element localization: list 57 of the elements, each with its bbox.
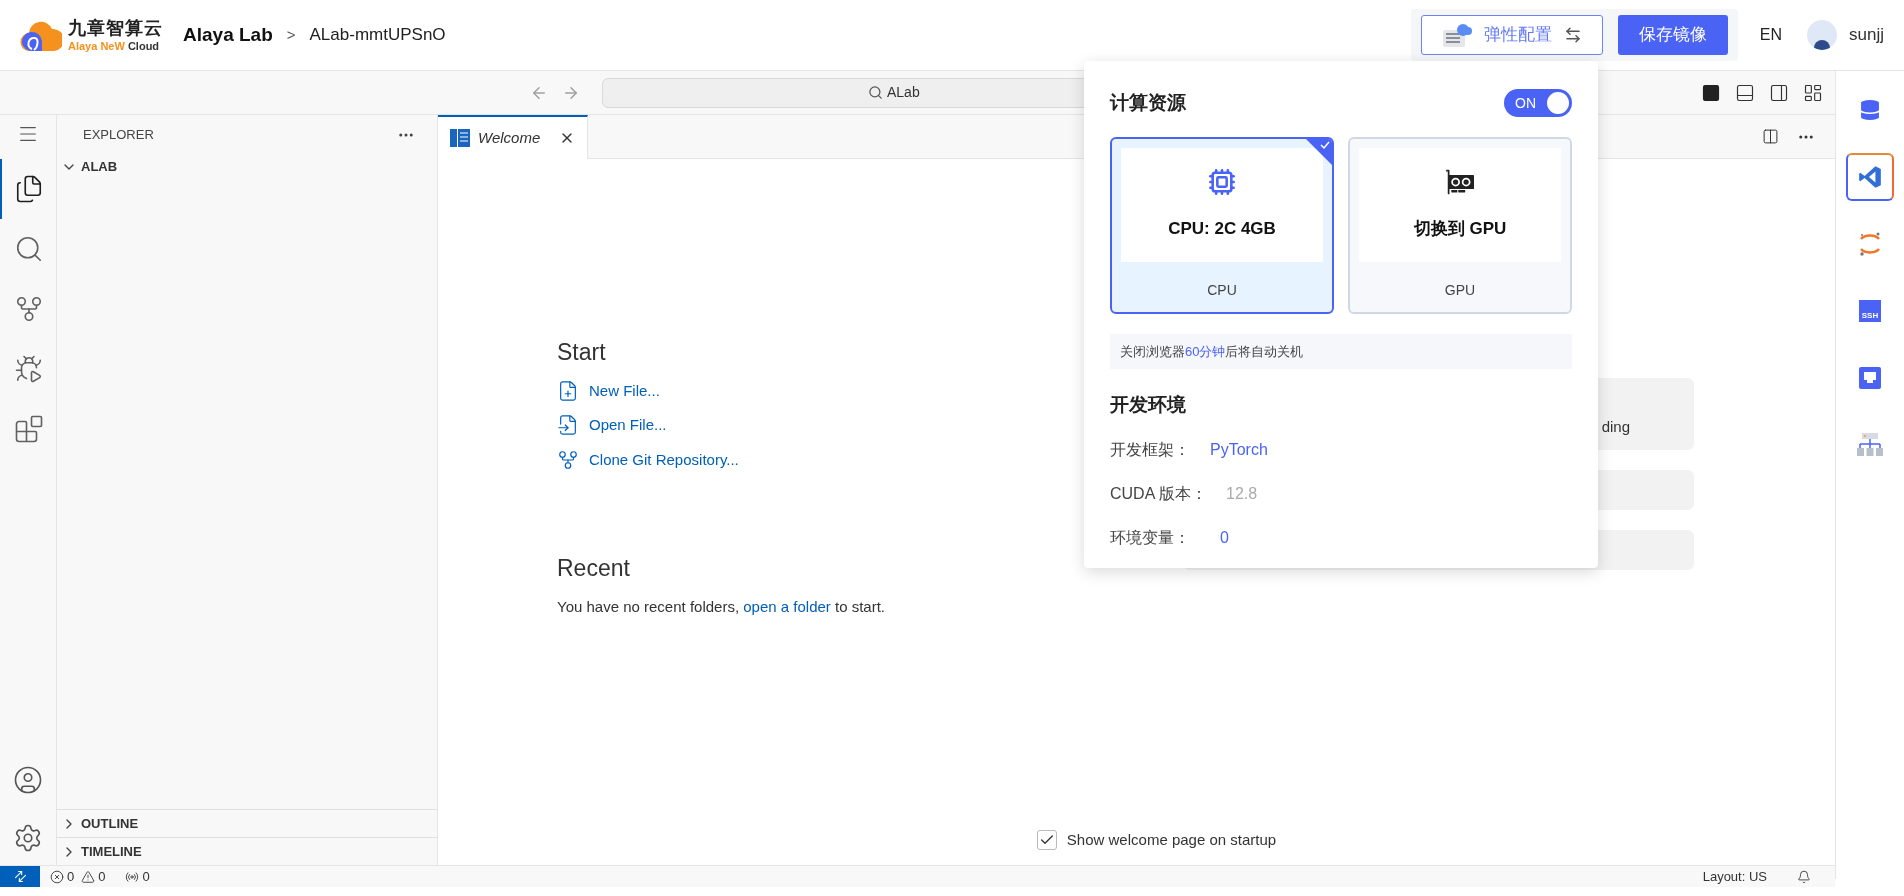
brand-subtitle: Alaya NeW Cloud [68,40,161,52]
start-heading: Start [557,338,606,367]
env-label: 环境变量： [1110,527,1191,548]
new-file-icon [557,379,579,402]
recent-message: You have no recent folders, open a folder to start. [557,596,887,617]
save-image-button[interactable]: 保存镜像 [1617,15,1728,55]
folder-header[interactable]: ALAB [57,155,437,179]
option-label: GPU [1443,281,1477,300]
workspace-name: ALab-mmtUPSnO [309,24,446,47]
env-value[interactable]: 0 [1210,525,1229,550]
remote-button[interactable] [0,866,40,887]
user-name[interactable]: sunjj [1849,22,1884,48]
checkbox[interactable] [1036,830,1057,850]
checkbox-label: Show welcome page on startup [1066,829,1277,850]
settings-icon[interactable] [13,823,43,853]
env-label: 开发框架： [1110,439,1191,460]
env-value: 12.8 [1225,483,1258,504]
open-file-icon [557,414,579,437]
open-folder-link[interactable]: open a folder [743,597,831,615]
welcome-page-icon [450,129,470,147]
problems-indicator[interactable]: 0 0 [50,866,106,887]
brand-name: 九章智算云 [68,18,163,37]
search-icon [868,85,883,100]
split-editor-icon[interactable] [1762,128,1779,145]
option-title: CPU: 2C 4GB [1168,218,1276,241]
secondary-sidebar-icon[interactable] [1769,82,1789,103]
server-cloud-icon [1441,22,1472,48]
env-value[interactable]: PyTorch [1210,437,1268,462]
resource-option-card[interactable]: 切换到 GPU GPU [1348,137,1572,314]
option-label: CPU [1206,281,1238,300]
graphics-card-icon [1446,168,1474,197]
branch-icon [557,448,579,471]
explorer-title: EXPLORER [83,126,154,145]
ports-indicator[interactable]: 0 [125,866,150,887]
chip-icon [1208,168,1236,197]
power-toggle[interactable]: ON [1504,89,1572,117]
notifications-icon[interactable] [1797,869,1811,884]
swap-icon [1563,26,1582,44]
option-title: 切换到 GPU [1413,218,1507,241]
breadcrumb-separator: > [286,24,296,45]
start-link[interactable]: Open File... [557,414,1184,437]
elastic-config-button[interactable]: 弹性配置 [1420,15,1603,55]
environment-title: 开发环境 [1110,393,1187,417]
panel-toggle-icon[interactable] [1735,82,1755,103]
account-icon[interactable] [13,765,43,795]
editor-tab[interactable]: Welcome [438,115,588,159]
resource-option-card[interactable]: CPU: 2C 4GB CPU [1110,137,1334,314]
keyboard-layout[interactable]: Layout: US [1702,866,1767,887]
notice-bar: 关闭浏览器60分钟后将自动关机 [1110,334,1572,369]
language-link[interactable]: EN [1759,23,1783,47]
collapsed-section-header[interactable]: OUTLINE [57,809,437,837]
avatar-icon[interactable] [1807,20,1838,50]
layout-icon[interactable] [1803,82,1823,103]
code-editor-icon[interactable] [1846,153,1894,201]
app-title[interactable]: Alaya Lab [183,20,273,50]
recent-heading: Recent [557,554,630,583]
env-label: CUDA 版本： [1110,483,1208,504]
